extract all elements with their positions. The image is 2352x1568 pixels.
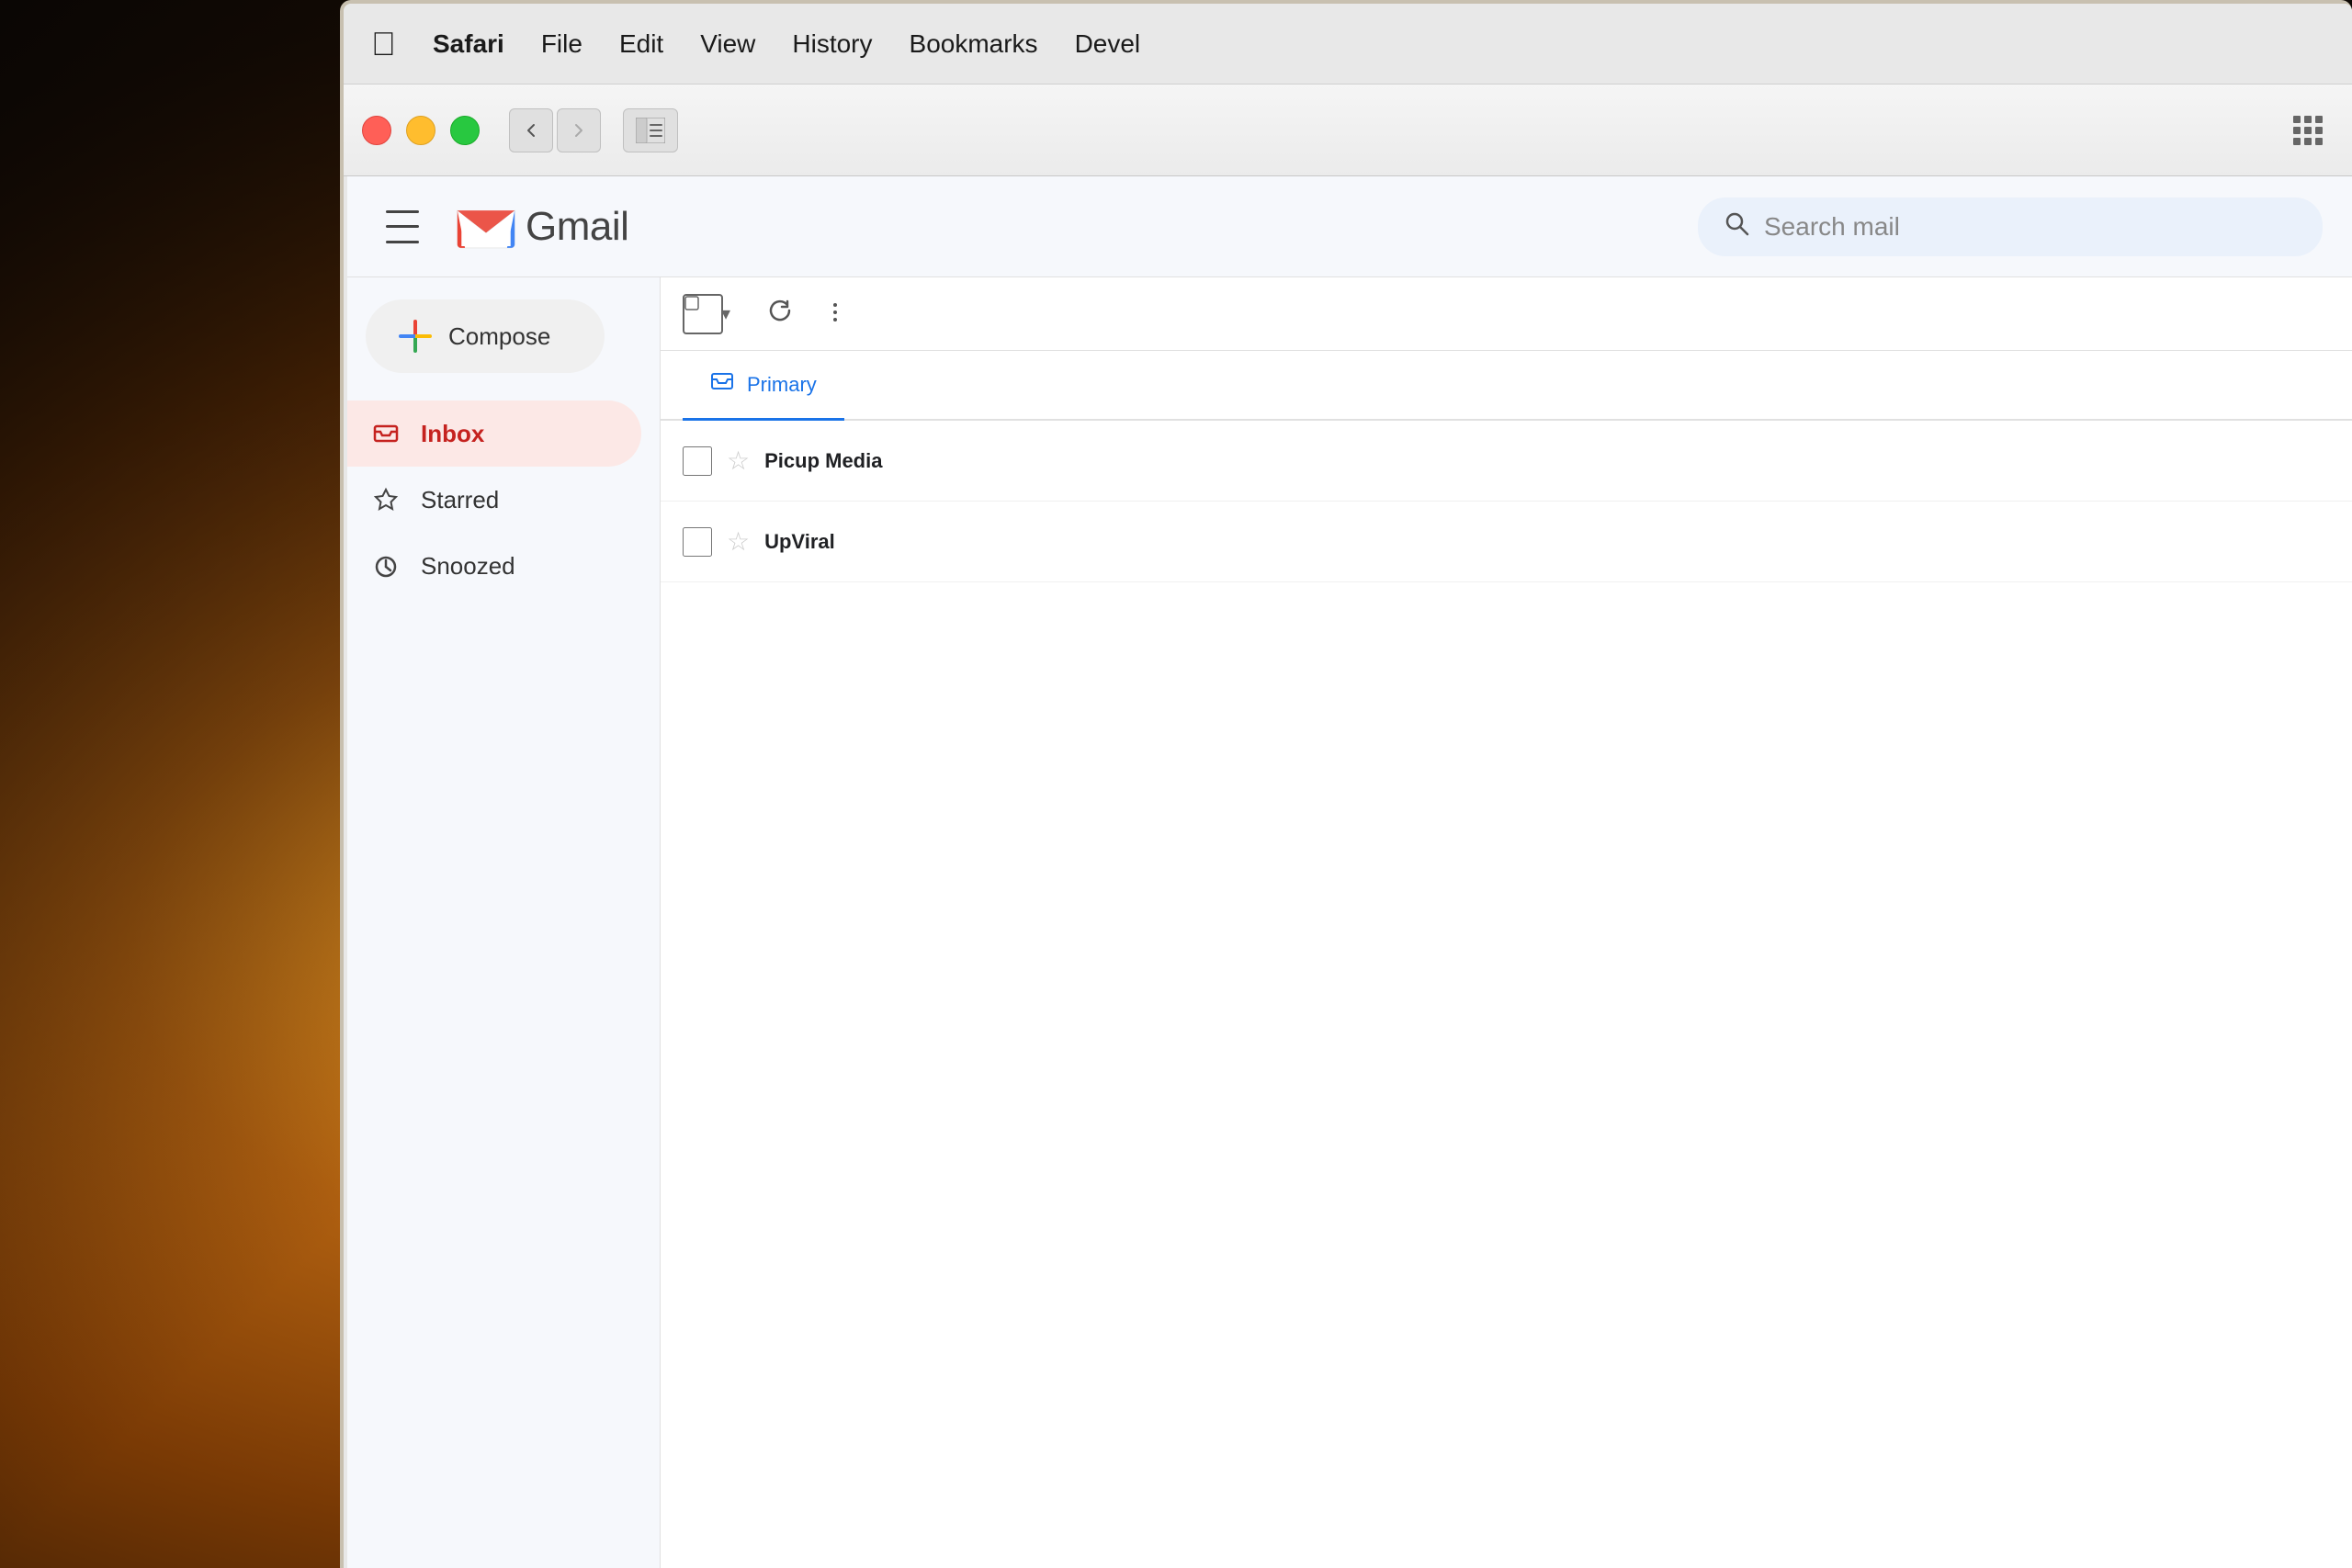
tab-primary[interactable]: Primary [683, 351, 844, 421]
email-star-icon[interactable]: ☆ [727, 446, 750, 476]
clock-icon [369, 549, 402, 582]
email-sender: Picup Media [764, 449, 1003, 473]
gmail-header: Gmail Search mail [347, 176, 2352, 277]
menu-edit[interactable]: Edit [619, 29, 663, 59]
search-input-placeholder: Search mail [1764, 212, 1900, 242]
email-checkbox[interactable] [683, 527, 712, 557]
grid-view-button[interactable] [2282, 108, 2334, 152]
email-sender: UpViral [764, 530, 1003, 554]
traffic-lights [362, 116, 480, 145]
nav-item-starred[interactable]: Starred [347, 467, 641, 533]
select-all-checkbox[interactable] [683, 294, 723, 334]
table-row[interactable]: ☆ Picup Media [661, 421, 2352, 502]
menu-history[interactable]: History [792, 29, 872, 59]
compose-button[interactable]: Compose [366, 299, 605, 373]
nav-item-snoozed[interactable]: Snoozed [347, 533, 641, 599]
apple-logo[interactable]:  [371, 25, 396, 63]
star-icon [369, 483, 402, 516]
email-list: ▾ [660, 277, 2352, 1568]
macos-menu-bar:  Safari File Edit View History Bookmark… [344, 4, 2352, 85]
gmail-main: Compose Inbox [347, 277, 2352, 1568]
menu-view[interactable]: View [700, 29, 755, 59]
compose-button-label: Compose [448, 322, 550, 351]
menu-safari[interactable]: Safari [433, 29, 504, 59]
gmail-sidebar: Compose Inbox [347, 277, 660, 1568]
macbook-screen:  Safari File Edit View History Bookmark… [344, 4, 2352, 1568]
table-row[interactable]: ☆ UpViral [661, 502, 2352, 582]
nav-starred-label: Starred [421, 486, 499, 514]
nav-buttons [509, 108, 601, 152]
email-list-toolbar: ▾ [661, 277, 2352, 351]
inbox-icon [369, 417, 402, 450]
gmail-logo: Gmail [454, 201, 628, 253]
compose-plus-icon [399, 320, 432, 353]
gmail-title-text: Gmail [526, 204, 628, 250]
email-star-icon[interactable]: ☆ [727, 526, 750, 557]
nav-snoozed-label: Snoozed [421, 552, 515, 581]
macbook-frame:  Safari File Edit View History Bookmark… [340, 0, 2352, 1568]
nav-inbox-label: Inbox [421, 420, 484, 448]
maximize-button[interactable] [450, 116, 480, 145]
primary-tab-icon [710, 369, 734, 400]
close-button[interactable] [362, 116, 391, 145]
primary-tab-label: Primary [747, 373, 817, 397]
more-options-button[interactable] [822, 295, 848, 333]
email-checkbox[interactable] [683, 446, 712, 476]
email-tab-bar: Primary [661, 351, 2352, 421]
sidebar-toggle-button[interactable] [623, 108, 678, 152]
minimize-button[interactable] [406, 116, 435, 145]
hamburger-menu-button[interactable] [377, 201, 428, 253]
safari-toolbar [344, 85, 2352, 176]
back-button[interactable] [509, 108, 553, 152]
forward-button[interactable] [557, 108, 601, 152]
refresh-button[interactable] [767, 297, 793, 331]
search-icon [1724, 209, 1749, 243]
search-bar[interactable]: Search mail [1698, 197, 2323, 256]
menu-bookmarks[interactable]: Bookmarks [910, 29, 1038, 59]
menu-file[interactable]: File [541, 29, 582, 59]
menu-devel[interactable]: Devel [1075, 29, 1141, 59]
gmail-m-icon [454, 201, 518, 253]
nav-item-inbox[interactable]: Inbox [347, 400, 641, 467]
grid-icon [2293, 116, 2323, 145]
